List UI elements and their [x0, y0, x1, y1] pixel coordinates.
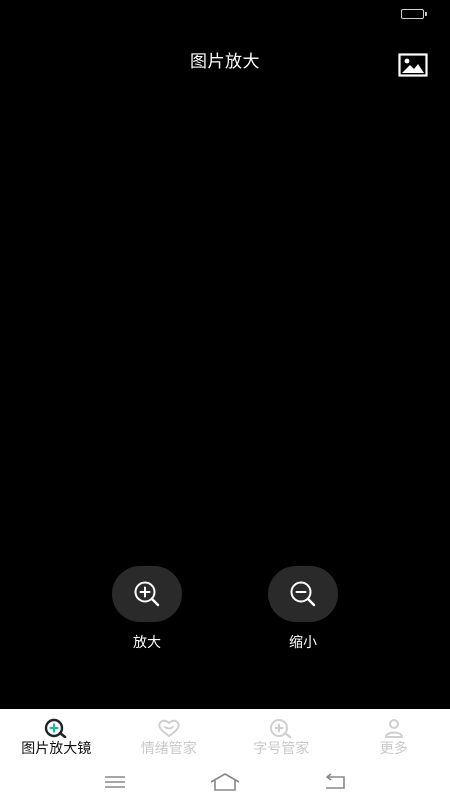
image-icon — [398, 53, 428, 77]
home-button[interactable] — [207, 770, 243, 794]
zoom-out-icon — [290, 581, 316, 607]
tab-label: 情绪管家 — [140, 741, 197, 757]
menu-icon — [105, 775, 125, 788]
person-icon — [381, 718, 407, 738]
zoom-out-button[interactable] — [268, 566, 338, 622]
tab-label: 图片放大镜 — [21, 741, 92, 757]
zoom-in-button[interactable] — [112, 566, 182, 622]
app-root: 图片放大 放大 缩小 图片放大镜 情绪管家 字号管家 更多 — [0, 0, 450, 800]
system-nav-bar — [0, 763, 450, 800]
zoom-in-icon — [134, 581, 160, 607]
zoom-out-label: 缩小 — [289, 635, 317, 651]
home-icon — [210, 772, 240, 791]
gallery-button[interactable] — [398, 53, 428, 77]
magnifier-plus-icon — [43, 718, 69, 738]
zoom-in-label: 放大 — [133, 635, 161, 651]
tab-label: 更多 — [379, 741, 408, 757]
zoom-out-control: 缩小 — [267, 566, 339, 652]
tab-more[interactable]: 更多 — [338, 709, 450, 763]
tab-emotion[interactable]: 情绪管家 — [113, 709, 226, 763]
tab-label: 字号管家 — [253, 741, 310, 757]
back-button[interactable] — [317, 770, 353, 794]
status-bar — [0, 0, 450, 28]
back-icon — [326, 772, 345, 789]
font-zoom-icon — [268, 718, 294, 738]
tab-font-size[interactable]: 字号管家 — [225, 709, 338, 763]
battery-icon — [401, 9, 427, 19]
page-title: 图片放大 — [190, 52, 260, 72]
bottom-tab-bar: 图片放大镜 情绪管家 字号管家 更多 — [0, 709, 450, 763]
zoom-in-control: 放大 — [111, 566, 183, 652]
tab-magnifier[interactable]: 图片放大镜 — [0, 709, 113, 763]
menu-button[interactable] — [97, 770, 133, 794]
heart-smile-icon — [156, 718, 182, 738]
